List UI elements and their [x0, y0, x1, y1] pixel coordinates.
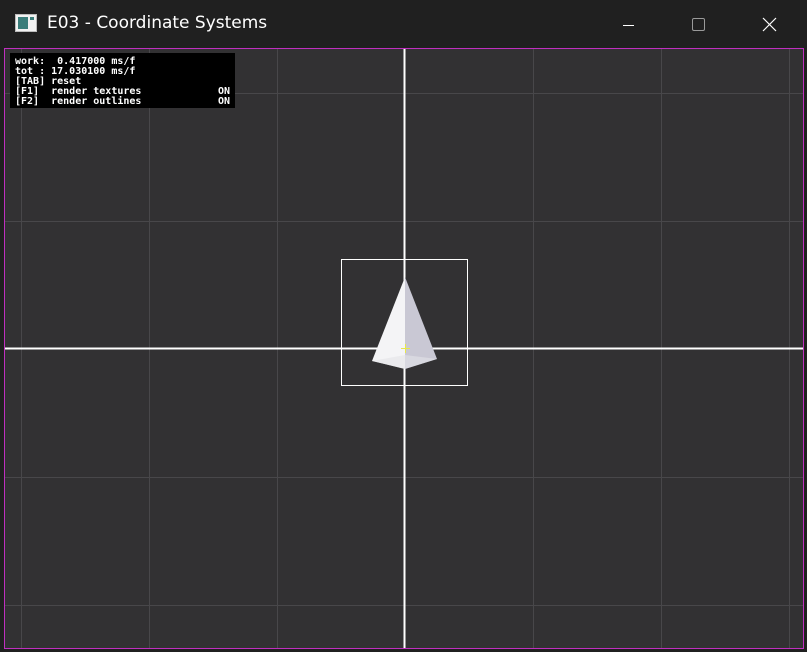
render-viewport[interactable]: work: 0.417000 ms/f tot : 17.030100 ms/f…: [4, 48, 804, 649]
coordinate-scene: [5, 49, 803, 648]
maximize-button[interactable]: [664, 0, 734, 48]
app-window: E03 - Coordinate Systems work: 0.417000 …: [0, 0, 807, 652]
maximize-icon: [692, 18, 705, 31]
minimize-button[interactable]: [595, 0, 665, 48]
close-button[interactable]: [734, 0, 804, 48]
app-window-icon: [15, 14, 37, 32]
close-icon: [762, 17, 777, 32]
debug-overlay: work: 0.417000 ms/f tot : 17.030100 ms/f…: [10, 53, 235, 108]
window-title: E03 - Coordinate Systems: [47, 13, 268, 33]
hud-outlines-state: ON: [217, 96, 230, 107]
minimize-icon: [623, 25, 634, 26]
title-bar[interactable]: E03 - Coordinate Systems: [0, 0, 807, 48]
hud-outlines-toggle: [F2] render outlines: [15, 96, 142, 107]
white-pyramid-sprite[interactable]: [372, 277, 437, 369]
